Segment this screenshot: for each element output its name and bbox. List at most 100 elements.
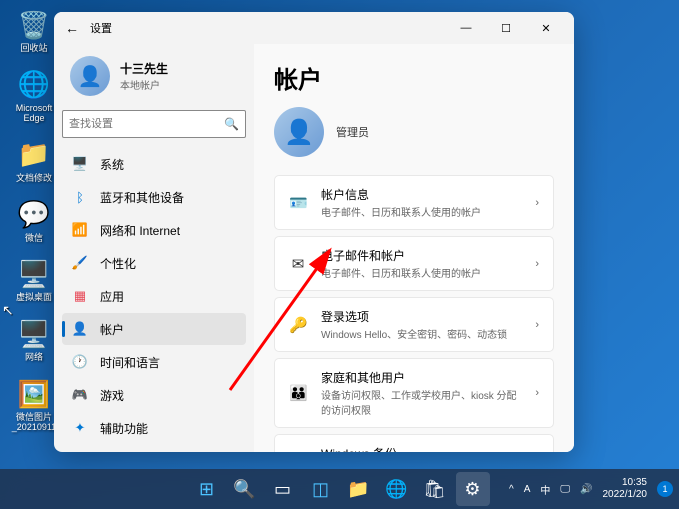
taskbar-settings[interactable]: ⚙ — [456, 472, 490, 506]
nav-item-蓝牙和其他设备[interactable]: ᛒ蓝牙和其他设备 — [62, 181, 246, 213]
taskbar-store[interactable]: 🛍 — [418, 472, 452, 506]
card-icon: 🔑 — [289, 316, 307, 334]
nav-label: 个性化 — [100, 255, 136, 272]
chevron-right-icon: › — [535, 387, 539, 399]
desktop-icon[interactable]: 🌐Microsoft Edge — [8, 68, 60, 124]
desktop-icon-label: 虚拟桌面 — [16, 293, 52, 303]
desktop-icon[interactable]: 💬 微信 — [8, 198, 60, 244]
chevron-right-icon: › — [535, 258, 539, 270]
user-type: 本地帐户 — [120, 77, 168, 92]
desktop-icon-glyph: 🌐 — [17, 68, 51, 102]
desktop-icon-label: 微信图片_20210911 — [8, 413, 60, 433]
nav-label: 应用 — [100, 288, 124, 305]
sidebar: 👤 十三先生 本地帐户 🔍 🖥️系统ᛒ蓝牙和其他设备 📶 网络和 Internet 🖌… — [54, 44, 254, 452]
window-controls: — ☐ ✕ — [446, 13, 566, 43]
back-button[interactable]: ← — [62, 18, 82, 38]
settings-cards: 🪪帐户信息电子邮件、日历和联系人使用的帐户›✉电子邮件和帐户电子邮件、日历和联系… — [274, 175, 554, 452]
taskbar-explorer[interactable]: 📁 — [342, 472, 376, 506]
nav-label: 时间和语言 — [100, 354, 160, 371]
nav-label: 网络和 Internet — [100, 222, 180, 239]
volume-icon[interactable]: 🔊 — [580, 484, 592, 495]
desktop-icon-glyph: 💬 — [17, 198, 51, 232]
nav-item-时间和语言[interactable]: 🕐 时间和语言 — [62, 346, 246, 378]
card-desc: 电子邮件、日历和联系人使用的帐户 — [321, 204, 521, 219]
settings-card[interactable]: 🔑 登录选项Windows Hello、安全密钥、密码、动态锁 › — [274, 297, 554, 352]
network-icon[interactable]: 🖵 — [560, 484, 570, 495]
nav-label: 辅助功能 — [100, 420, 148, 437]
nav-label: 游戏 — [100, 387, 124, 404]
desktop-icon[interactable]: 🗑️回收站 — [8, 8, 60, 54]
settings-card[interactable]: ☁Windows 备份备份文件、应用和首选项，以便跨设备将其还原› — [274, 434, 554, 452]
card-title: Windows 备份 — [321, 445, 521, 452]
card-title: 家庭和其他用户 — [321, 369, 521, 386]
chevron-right-icon: › — [535, 319, 539, 331]
taskbar-widgets[interactable]: ◫ — [304, 472, 338, 506]
nav-item-个性化[interactable]: 🖌️个性化 — [62, 247, 246, 279]
card-icon: 🪪 — [289, 194, 307, 212]
settings-card[interactable]: 🪪 帐户信息电子邮件、日历和联系人使用的帐户 › — [274, 175, 554, 230]
taskbar-apps: ⊞🔍▭◫📁🌐🛍⚙ — [190, 472, 490, 506]
taskbar-right: ^ A 中 🖵 🔊 10:35 2022/1/20 1 — [509, 477, 673, 501]
titlebar: ← 设置 — ☐ ✕ — [54, 12, 574, 44]
nav-icon: 👤 — [72, 321, 88, 337]
notification-badge[interactable]: 1 — [657, 481, 673, 497]
nav-item-辅助功能[interactable]: ✦ 辅助功能 — [62, 412, 246, 444]
taskbar-taskview[interactable]: ▭ — [266, 472, 300, 506]
nav-icon: ✦ — [72, 420, 88, 436]
nav-label: 帐户 — [100, 321, 124, 338]
card-title: 帐户信息 — [321, 186, 521, 203]
desktop-icon-label: 回收站 — [20, 44, 47, 54]
clock[interactable]: 10:35 2022/1/20 — [603, 477, 648, 501]
ime-indicator[interactable]: A — [524, 484, 531, 495]
card-desc: 设备访问权限、工作或学校用户、kiosk 分配的访问权限 — [321, 387, 521, 417]
nav-item-系统[interactable]: 🖥️系统 — [62, 148, 246, 180]
search-box[interactable]: 🔍 — [62, 110, 246, 138]
nav-item-网络和 Internet[interactable]: 📶 网络和 Internet — [62, 214, 246, 246]
taskbar-edge[interactable]: 🌐 — [380, 472, 414, 506]
user-name: 十三先生 — [120, 60, 168, 77]
desktop-icon[interactable]: 🖥️虚拟桌面 — [8, 257, 60, 303]
clock-time: 10:35 — [603, 477, 648, 489]
user-block[interactable]: 👤 十三先生 本地帐户 — [62, 52, 246, 100]
nav-item-帐户[interactable]: 👤 帐户 — [62, 313, 246, 345]
close-button[interactable]: ✕ — [526, 13, 566, 43]
taskbar-start[interactable]: ⊞ — [190, 472, 224, 506]
nav-item-应用[interactable]: ▦应用 — [62, 280, 246, 312]
profile-avatar: 👤 — [274, 107, 324, 157]
desktop-icon-label: Microsoft Edge — [8, 104, 60, 124]
maximize-button[interactable]: ☐ — [486, 13, 526, 43]
nav-label: 蓝牙和其他设备 — [100, 189, 184, 206]
desktop-icon[interactable]: 🖥️ 网络 — [8, 317, 60, 363]
desktop-icon-glyph: 🖼️ — [17, 377, 51, 411]
window-title: 设置 — [90, 20, 446, 36]
nav-icon: 🖥️ — [72, 156, 88, 172]
settings-card[interactable]: ✉电子邮件和帐户电子邮件、日历和联系人使用的帐户› — [274, 236, 554, 291]
card-desc: 电子邮件、日历和联系人使用的帐户 — [321, 265, 521, 280]
search-input[interactable] — [69, 118, 224, 130]
nav-icon: 🕐 — [72, 354, 88, 370]
desktop-icon[interactable]: 📁文档修改 — [8, 138, 60, 184]
desktop-icon-label: 文档修改 — [16, 174, 52, 184]
nav-list: 🖥️系统ᛒ蓝牙和其他设备 📶 网络和 Internet 🖌️个性化▦应用 👤 帐户 🕐 时间和… — [62, 148, 246, 452]
nav-icon: 📶 — [72, 222, 88, 238]
tray-chevron-icon[interactable]: ^ — [509, 484, 514, 495]
search-icon: 🔍 — [224, 117, 239, 131]
card-desc: Windows Hello、安全密钥、密码、动态锁 — [321, 326, 521, 341]
nav-item-隐私和安全性[interactable]: 🛡隐私和安全性 — [62, 445, 246, 452]
settings-card[interactable]: 👪 家庭和其他用户设备访问权限、工作或学校用户、kiosk 分配的访问权限 › — [274, 358, 554, 428]
desktop-icon-label: 微信 — [25, 234, 43, 244]
taskbar-search[interactable]: 🔍 — [228, 472, 262, 506]
tray[interactable]: ^ A 中 🖵 🔊 — [509, 482, 592, 497]
nav-item-游戏[interactable]: 🎮游戏 — [62, 379, 246, 411]
desktop-icon-label: 网络 — [25, 353, 43, 363]
minimize-button[interactable]: — — [446, 13, 486, 43]
desktop-icon-glyph: 🖥️ — [17, 317, 51, 351]
clock-date: 2022/1/20 — [603, 489, 648, 501]
desktop-icon[interactable]: 🖼️微信图片_20210911 — [8, 377, 60, 433]
chevron-right-icon: › — [535, 197, 539, 209]
avatar: 👤 — [70, 56, 110, 96]
card-icon: 👪 — [289, 384, 307, 402]
ime-indicator-cn[interactable]: 中 — [540, 482, 550, 497]
card-title: 登录选项 — [321, 308, 521, 325]
content-area: 帐户 👤 管理员 🪪帐户信息电子邮件、日历和联系人使用的帐户›✉电子邮件和帐户电… — [254, 44, 574, 452]
